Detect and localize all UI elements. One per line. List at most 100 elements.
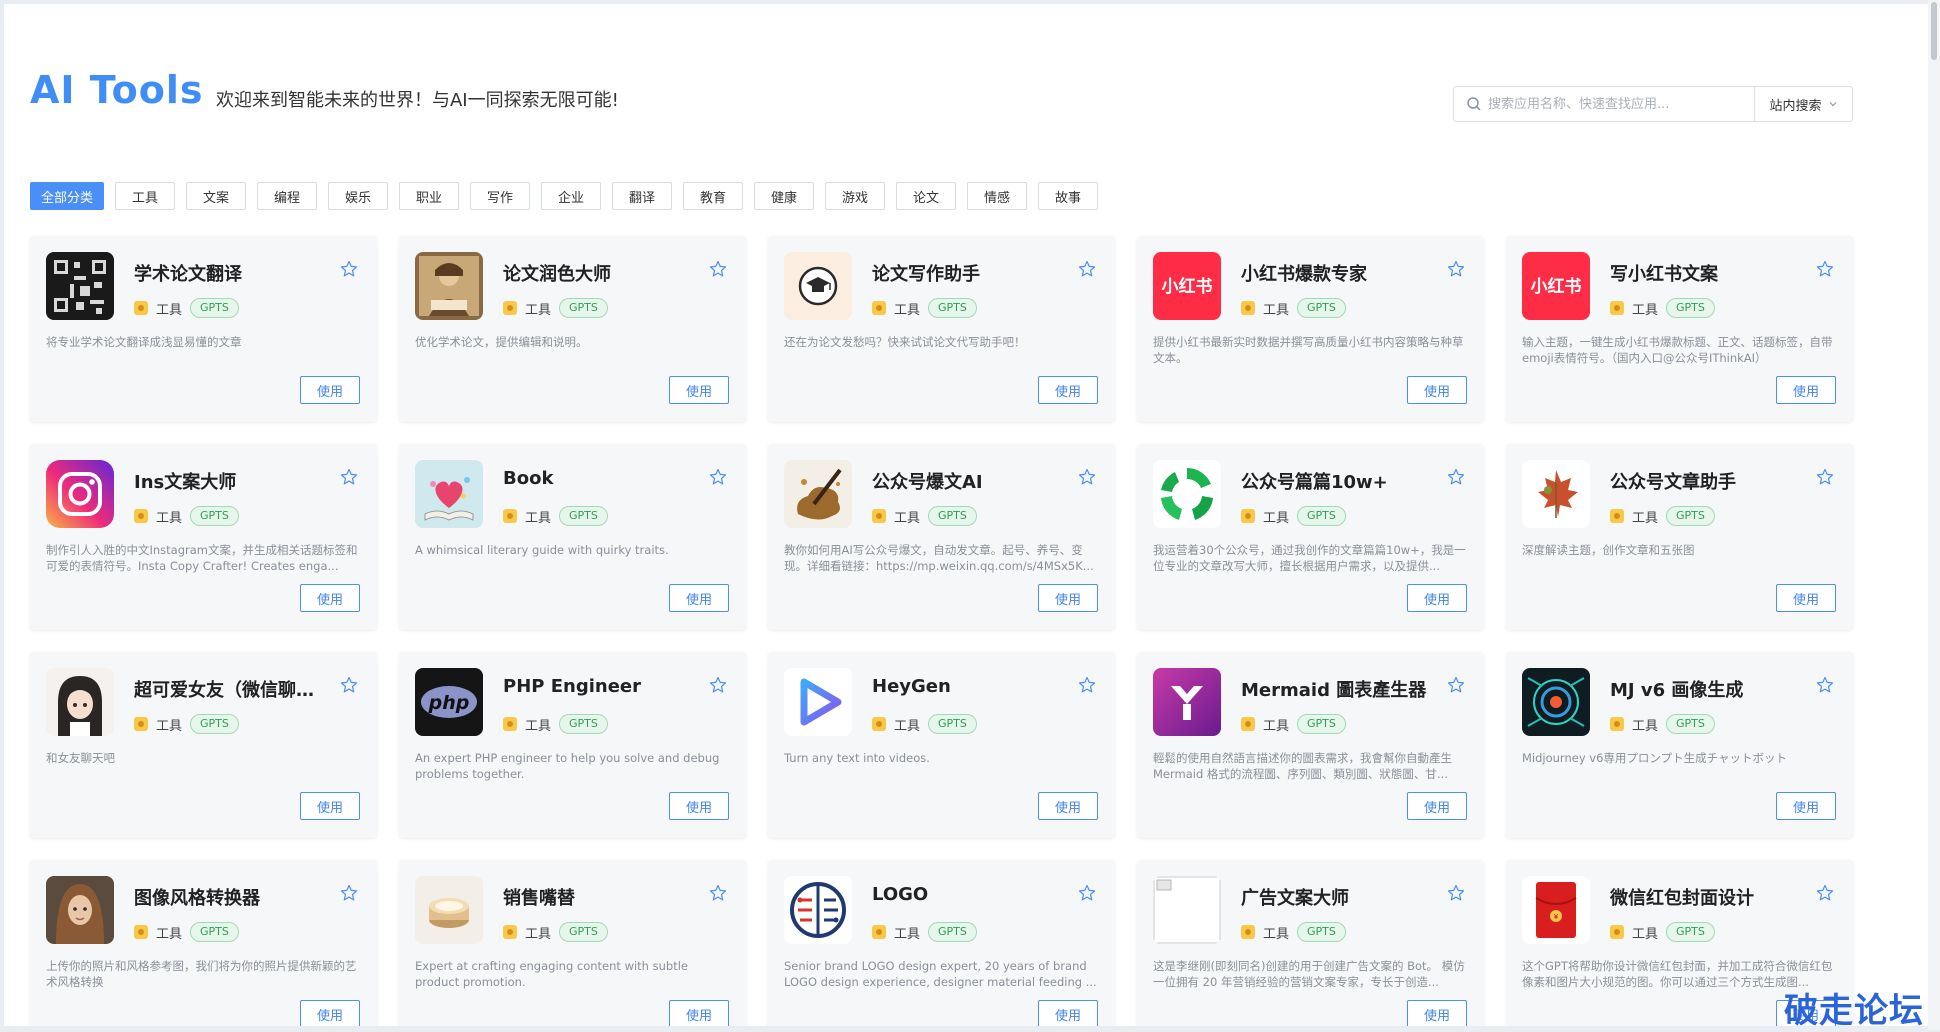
tool-title[interactable]: 公众号爆文AI — [872, 468, 1068, 494]
category-chip[interactable]: 写作 — [470, 182, 531, 210]
use-button[interactable]: 使用 — [300, 584, 360, 612]
tool-card[interactable]: 超可爱女友（微信聊天... 工具 GPTS 和女友聊天吧 使用 — [30, 652, 377, 838]
tool-title[interactable]: Book — [503, 468, 699, 489]
tool-card[interactable]: 学术论文翻译 工具 GPTS 将专业学术论文翻译成浅显易懂的文章 使用 — [30, 236, 377, 422]
category-chip[interactable]: 翻译 — [612, 182, 673, 210]
tool-title[interactable]: 公众号篇篇10w+ — [1241, 468, 1437, 494]
use-button[interactable]: 使用 — [669, 1000, 729, 1026]
category-chip[interactable]: 健康 — [754, 182, 815, 210]
category-chip[interactable]: 娱乐 — [328, 182, 389, 210]
use-button[interactable]: 使用 — [1776, 376, 1836, 404]
tool-card[interactable]: Ins文案大师 工具 GPTS 制作引人入胜的中文Instagram文案，并生成相关话… — [30, 444, 377, 630]
category-chip[interactable]: 文案 — [186, 182, 247, 210]
category-chip[interactable]: 故事 — [1038, 182, 1099, 210]
category-chip[interactable]: 情感 — [967, 182, 1028, 210]
star-icon[interactable] — [340, 468, 358, 486]
tool-card[interactable]: 公众号文章助手 工具 GPTS 深度解读主题，创作文章和五张图 使用 — [1506, 444, 1853, 630]
star-icon[interactable] — [1447, 676, 1465, 694]
category-chip[interactable]: 论文 — [896, 182, 957, 210]
tool-title[interactable]: 论文写作助手 — [872, 260, 1068, 286]
category-chip[interactable]: 企业 — [541, 182, 602, 210]
category-all[interactable]: 全部分类 — [30, 182, 105, 210]
use-button[interactable]: 使用 — [1776, 792, 1836, 820]
tool-title[interactable]: 微信红包封面设计 — [1610, 884, 1806, 910]
star-icon[interactable] — [709, 884, 727, 902]
tool-title[interactable]: MJ v6 画像生成 — [1610, 676, 1806, 702]
star-icon[interactable] — [1078, 676, 1096, 694]
tool-card[interactable]: 公众号爆文AI 工具 GPTS 教你如何用AI写公众号爆文，自动发文章。起号、养号、变… — [768, 444, 1115, 630]
tool-title[interactable]: 公众号文章助手 — [1610, 468, 1806, 494]
use-button[interactable]: 使用 — [300, 1000, 360, 1026]
category-chip[interactable]: 游戏 — [825, 182, 886, 210]
use-button[interactable]: 使用 — [669, 792, 729, 820]
category-chip[interactable]: 工具 — [115, 182, 176, 210]
search-input[interactable] — [1486, 95, 1754, 113]
tool-card[interactable]: 销售嘴替 工具 GPTS Expert at crafting engaging co… — [399, 860, 746, 1026]
tool-card[interactable]: 论文写作助手 工具 GPTS 还在为论文发愁吗？快来试试论文代写助手吧！ 使用 — [768, 236, 1115, 422]
tool-title[interactable]: 销售嘴替 — [503, 884, 699, 910]
star-icon[interactable] — [1447, 468, 1465, 486]
gpts-badge: GPTS — [1297, 922, 1346, 942]
tool-title[interactable]: Mermaid 圖表產生器 — [1241, 676, 1437, 702]
tool-card[interactable]: LOGO 工具 GPTS Senior brand LOGO design exper… — [768, 860, 1115, 1026]
use-button[interactable]: 使用 — [1038, 584, 1098, 612]
scrollbar-thumb[interactable] — [1931, 2, 1937, 60]
use-button[interactable]: 使用 — [1038, 792, 1098, 820]
tool-title[interactable]: 学术论文翻译 — [134, 260, 330, 286]
search-scope-select[interactable]: 站内搜索 — [1754, 87, 1852, 121]
tool-card[interactable]: 论文润色大师 工具 GPTS 优化学术论文，提供编辑和说明。 使用 — [399, 236, 746, 422]
use-button[interactable]: 使用 — [300, 376, 360, 404]
star-icon[interactable] — [1078, 884, 1096, 902]
tool-card[interactable]: MJ v6 画像生成 工具 GPTS Midjourney v6専用プロンプト生成チャ… — [1506, 652, 1853, 838]
use-button[interactable]: 使用 — [1038, 376, 1098, 404]
tool-title[interactable]: LOGO — [872, 884, 1068, 905]
scrollbar[interactable] — [1928, 0, 1940, 1030]
star-icon[interactable] — [1447, 884, 1465, 902]
tool-card[interactable]: 广告文案大师 工具 GPTS 这是李继刚(即刻同名)创建的用于创建广告文案的 Bot。… — [1137, 860, 1484, 1026]
tool-title[interactable]: 小红书爆款专家 — [1241, 260, 1437, 286]
star-icon[interactable] — [1816, 260, 1834, 278]
tool-title[interactable]: 广告文案大师 — [1241, 884, 1437, 910]
tool-card[interactable]: 图像风格转换器 工具 GPTS 上传你的照片和风格参考图，我们将为你的照片提供新颖的艺… — [30, 860, 377, 1026]
star-icon[interactable] — [340, 884, 358, 902]
tool-card[interactable]: 小红书 小红书爆款专家 工具 GPTS 提供小红书最新实时数据并撰写高质量小红书内容策略… — [1137, 236, 1484, 422]
tool-card[interactable]: HeyGen 工具 GPTS Turn any text into videos. 使用 — [768, 652, 1115, 838]
use-button[interactable]: 使用 — [1407, 584, 1467, 612]
star-icon[interactable] — [1816, 884, 1834, 902]
tool-card[interactable]: php PHP Engineer 工具 GPTS An expert PHP engin… — [399, 652, 746, 838]
star-icon[interactable] — [340, 260, 358, 278]
star-icon[interactable] — [709, 676, 727, 694]
use-button[interactable]: 使用 — [1407, 376, 1467, 404]
use-button[interactable]: 使用 — [1776, 584, 1836, 612]
tool-card[interactable]: Mermaid 圖表產生器 工具 GPTS 輕鬆的使用自然語言描述你的圖表需求，我會幫… — [1137, 652, 1484, 838]
star-icon[interactable] — [340, 676, 358, 694]
star-icon[interactable] — [1447, 260, 1465, 278]
category-chip[interactable]: 编程 — [257, 182, 318, 210]
use-button[interactable]: 使用 — [1038, 1000, 1098, 1026]
star-icon[interactable] — [1078, 260, 1096, 278]
tool-title[interactable]: Ins文案大师 — [134, 468, 330, 494]
star-icon[interactable] — [1816, 676, 1834, 694]
tool-title[interactable]: 论文润色大师 — [503, 260, 699, 286]
star-icon[interactable] — [709, 468, 727, 486]
use-button[interactable]: 使用 — [300, 792, 360, 820]
search-scope-label: 站内搜索 — [1769, 98, 1822, 114]
category-chip[interactable]: 职业 — [399, 182, 460, 210]
tool-card[interactable]: 小红书 写小红书文案 工具 GPTS 输入主题，一键生成小红书爆款标题、正文、话题标签，… — [1506, 236, 1853, 422]
tool-title[interactable]: 写小红书文案 — [1610, 260, 1806, 286]
use-button[interactable]: 使用 — [669, 376, 729, 404]
star-icon[interactable] — [709, 260, 727, 278]
star-icon[interactable] — [1816, 468, 1834, 486]
tool-title[interactable]: HeyGen — [872, 676, 1068, 697]
category-chip[interactable]: 教育 — [683, 182, 744, 210]
tool-title[interactable]: 超可爱女友（微信聊天... — [134, 676, 330, 702]
star-icon[interactable] — [1078, 468, 1096, 486]
use-button[interactable]: 使用 — [1407, 1000, 1467, 1026]
use-button[interactable]: 使用 — [669, 584, 729, 612]
use-button[interactable]: 使用 — [1407, 792, 1467, 820]
tool-card[interactable]: Book 工具 GPTS A whimsical literary guide wit… — [399, 444, 746, 630]
tool-card[interactable]: 公众号篇篇10w+ 工具 GPTS 我运营着30个公众号，通过我创作的文章篇篇10w+… — [1137, 444, 1484, 630]
tool-title[interactable]: 图像风格转换器 — [134, 884, 330, 910]
tool-title[interactable]: PHP Engineer — [503, 676, 699, 697]
brand-title[interactable]: AI Tools — [30, 68, 204, 112]
